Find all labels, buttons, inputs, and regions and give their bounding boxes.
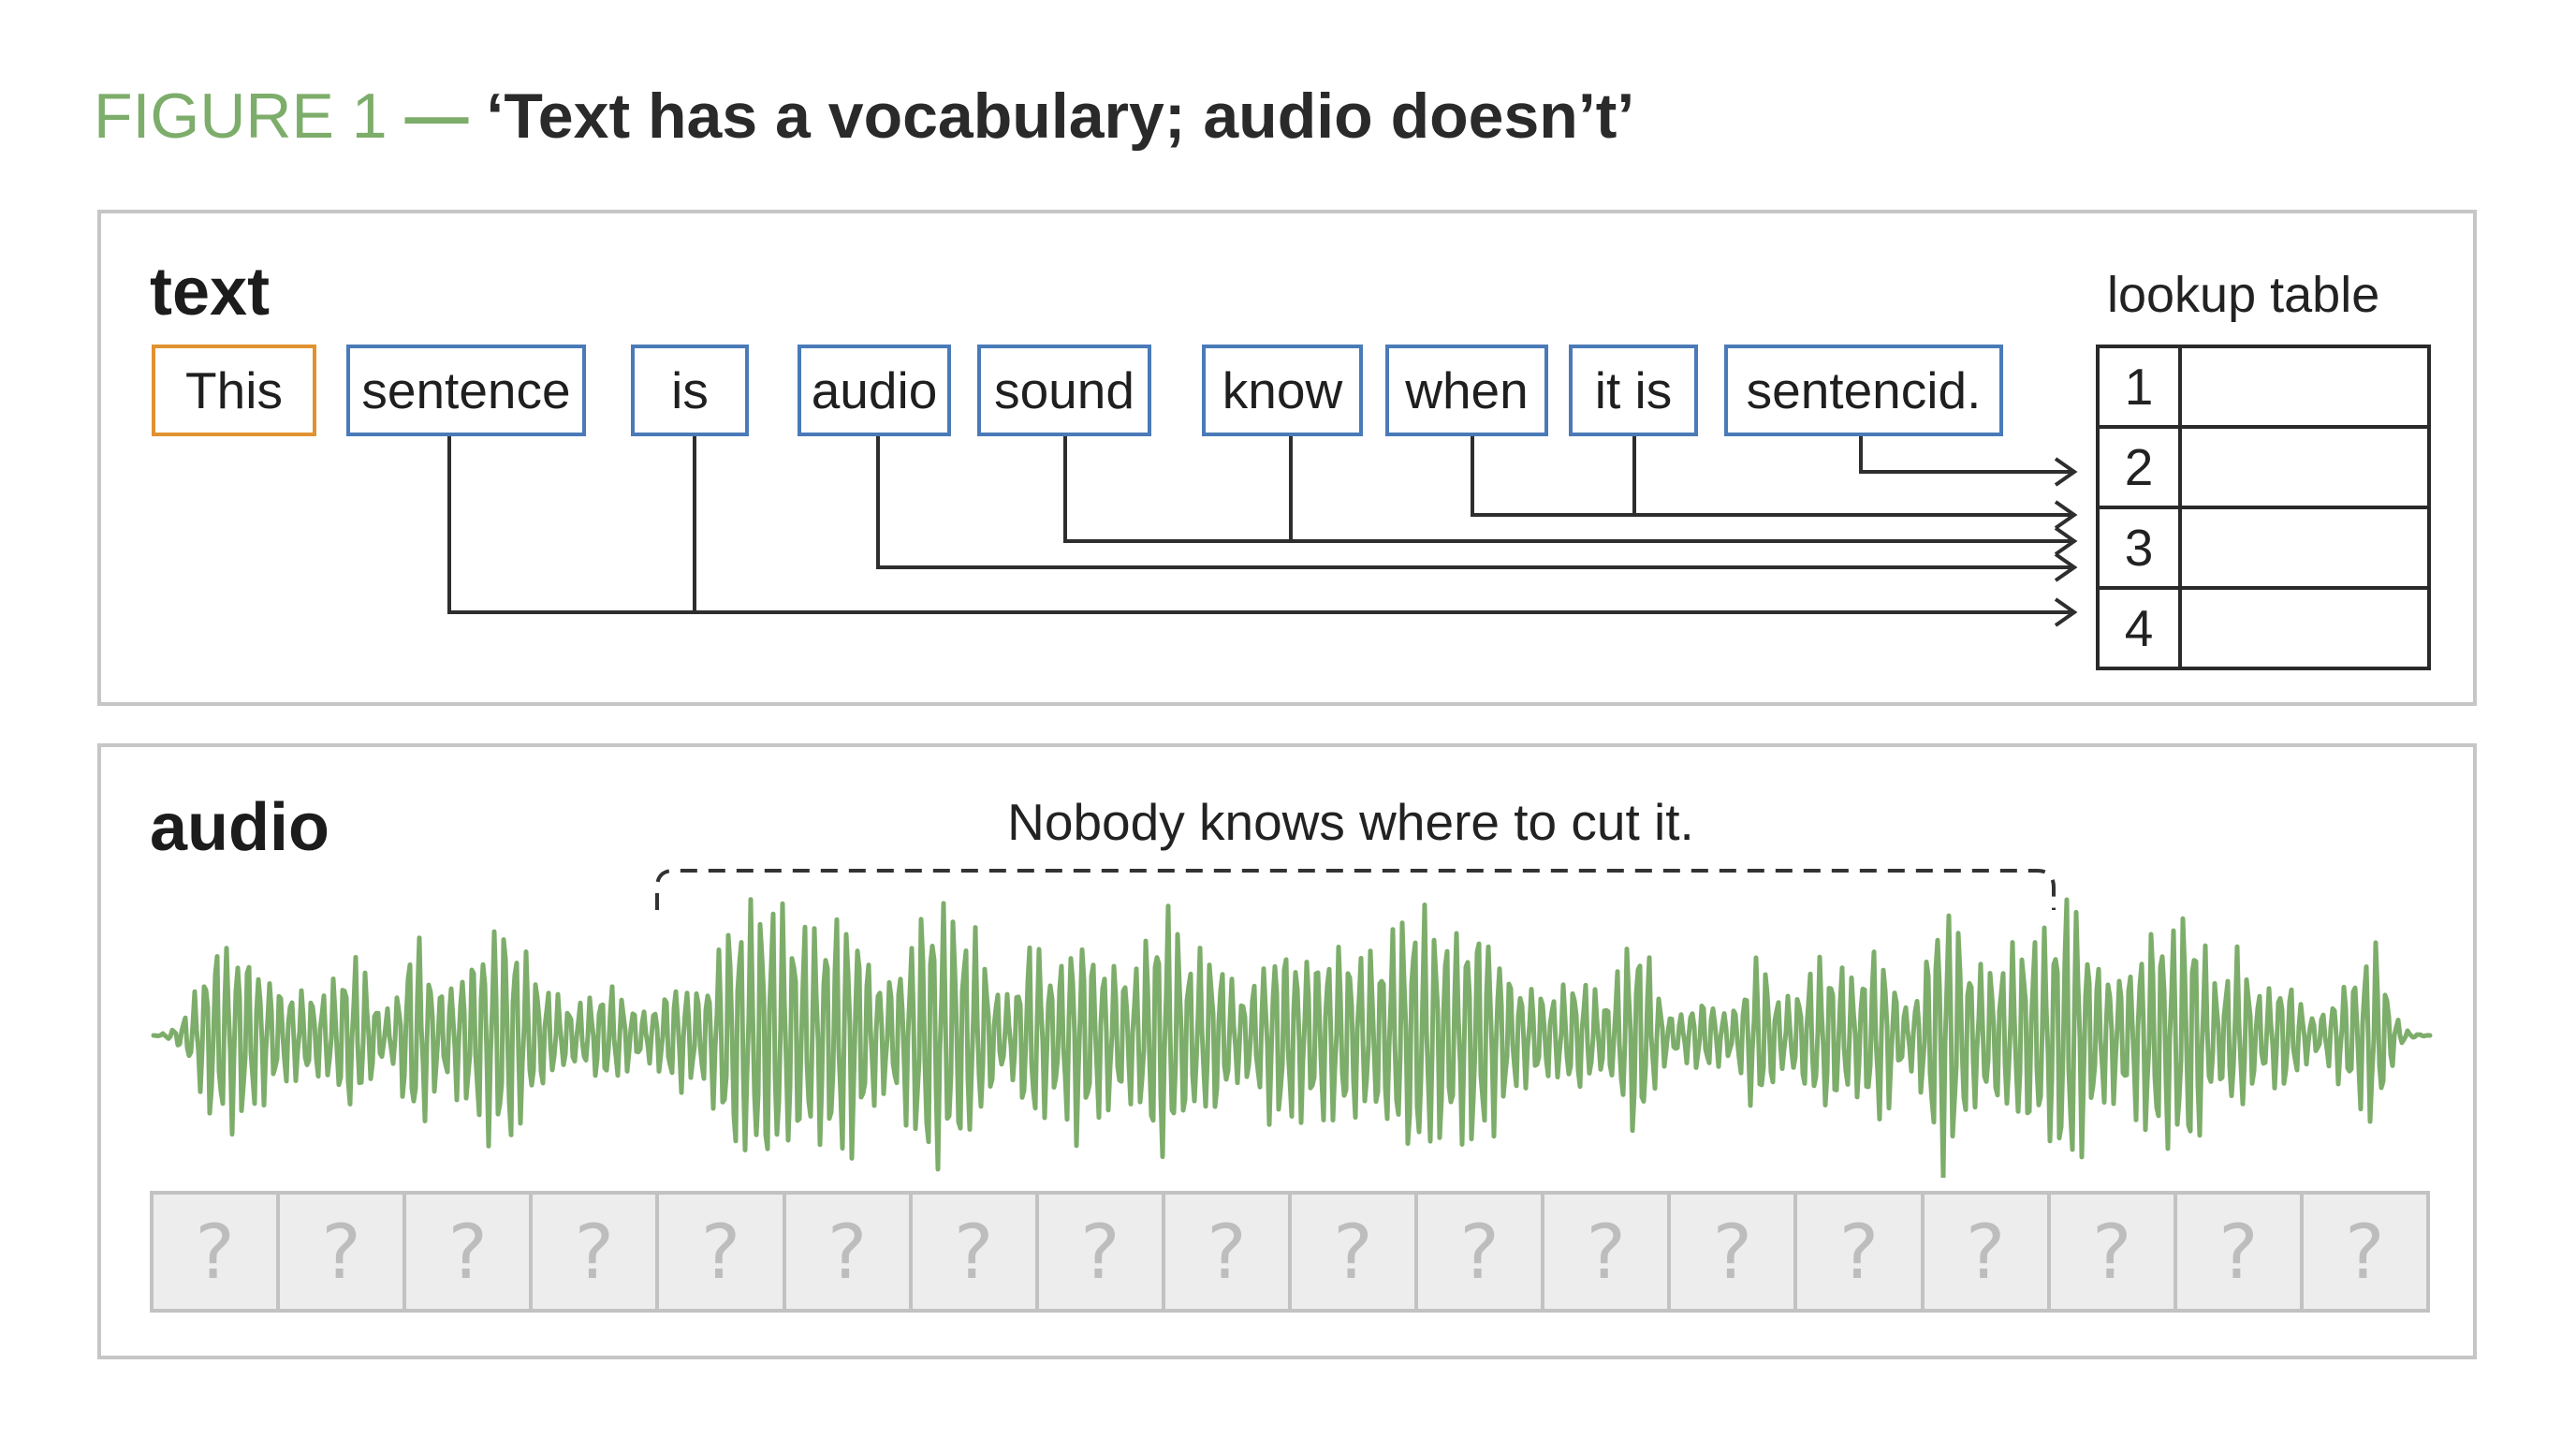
- connector-sound: [1063, 436, 2074, 543]
- unknown-token-slot: ?: [913, 1195, 1039, 1309]
- unknown-token-slot: ?: [533, 1195, 660, 1309]
- unknown-token-slot: ?: [406, 1195, 534, 1309]
- unknown-token-slot: ?: [2345, 1208, 2385, 1296]
- text-panel: text This sentence is audio sound know w…: [97, 210, 2477, 706]
- token-this: This: [152, 345, 316, 436]
- token-slots: ??????????????????: [150, 1191, 2430, 1313]
- unknown-token-slot: ?: [1292, 1195, 1419, 1309]
- figure-heading: ‘Text has a vocabulary; audio doesn’t’: [486, 81, 1635, 152]
- unknown-token-slot: ?: [280, 1195, 407, 1309]
- figure-title: FIGURE 1 — ‘Text has a vocabulary; audio…: [94, 84, 1634, 148]
- unknown-token-slot: ?: [1797, 1195, 1925, 1309]
- lookup-index: 3: [2096, 506, 2182, 590]
- unknown-token-slot: ?: [1671, 1195, 1798, 1309]
- unknown-token-slot: ?: [1165, 1195, 1292, 1309]
- token-sentencid: sentencid.: [1724, 345, 2003, 436]
- lookup-index: 4: [2096, 586, 2182, 670]
- connector-audio: [876, 436, 2074, 569]
- audio-panel: audio Nobody knows where to cut it. ????…: [97, 743, 2477, 1359]
- token-sentence: sentence: [346, 345, 586, 436]
- token-sound: sound: [977, 345, 1151, 436]
- token-when: when: [1385, 345, 1548, 436]
- unknown-token-slot: ?: [1418, 1195, 1545, 1309]
- lookup-index: 2: [2096, 425, 2182, 509]
- lookup-row: 4: [2096, 586, 2431, 670]
- lookup-index: 1: [2096, 345, 2182, 429]
- token-it-is: it is: [1569, 345, 1698, 436]
- connector-when: [1471, 436, 2074, 517]
- audio-waveform: [151, 869, 2433, 1178]
- unknown-token-slot: ?: [2177, 1195, 2304, 1309]
- lookup-cell: [2178, 425, 2431, 509]
- lookup-row: 3: [2096, 506, 2431, 590]
- token-know: know: [1202, 345, 1363, 436]
- unknown-token-slot: ?: [2051, 1195, 2177, 1309]
- lookup-row: 2: [2096, 425, 2431, 509]
- figure-label: FIGURE 1: [94, 81, 388, 152]
- lookup-row: 1: [2096, 345, 2431, 429]
- lookup-table: 1 2 3 4: [2096, 345, 2431, 670]
- unknown-token-slot: ?: [1039, 1195, 1165, 1309]
- lookup-cell: [2178, 345, 2431, 429]
- connector-sentencid: [1859, 436, 2074, 474]
- token-audio: audio: [798, 345, 951, 436]
- unknown-token-slot: ?: [1925, 1195, 2051, 1309]
- lookup-cell: [2178, 506, 2431, 590]
- unknown-token-slot: ?: [1544, 1195, 1672, 1309]
- waveform-line: [151, 897, 2433, 1178]
- lookup-table-title: lookup table: [2107, 267, 2380, 323]
- unknown-token-slot: ?: [786, 1195, 913, 1309]
- lookup-cell: [2178, 586, 2431, 670]
- unknown-token-slot: ?: [659, 1195, 786, 1309]
- token-is: is: [631, 345, 749, 436]
- cut-bracket: [655, 869, 2056, 910]
- figure-separator: —: [404, 81, 469, 152]
- unknown-token-slot: ?: [154, 1195, 281, 1309]
